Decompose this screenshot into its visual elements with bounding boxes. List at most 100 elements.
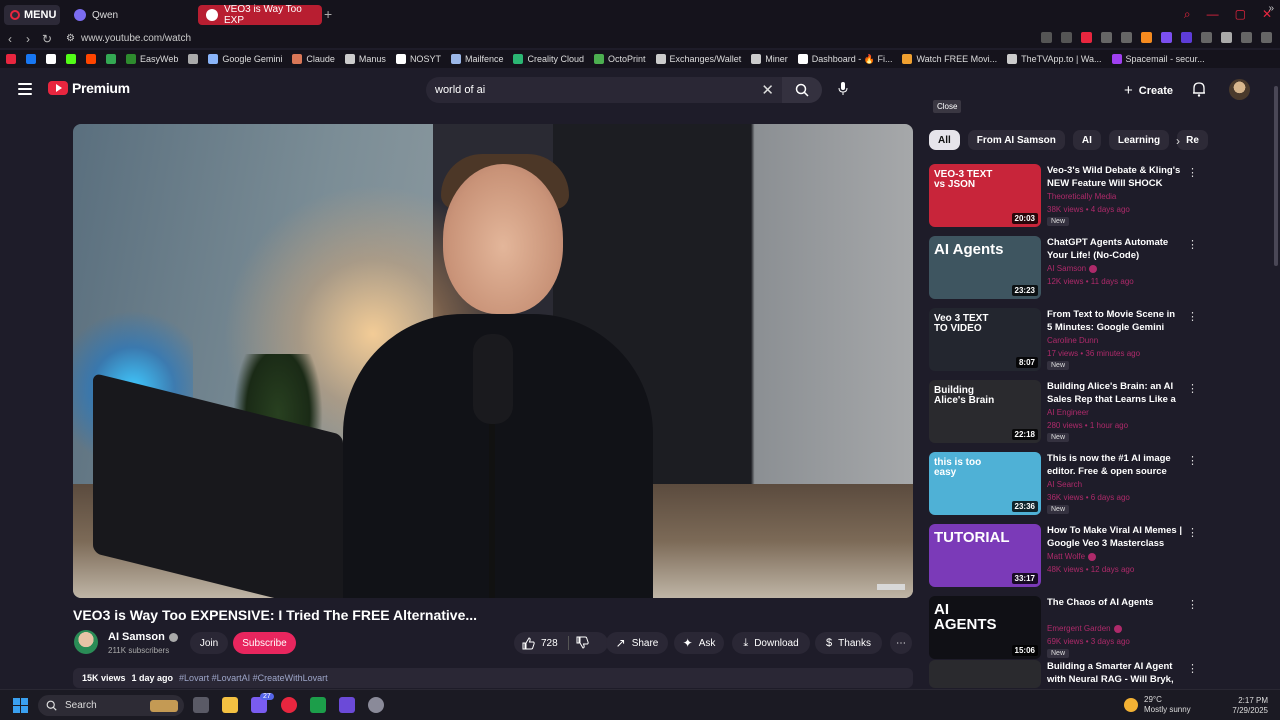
recommendation-title[interactable]: The Chaos of AI Agents (1047, 596, 1183, 609)
tab-qwen[interactable]: Qwen (66, 5, 192, 25)
profile-icon[interactable] (1221, 32, 1232, 43)
bookmark-item[interactable] (6, 54, 16, 64)
opera-taskbar-icon[interactable] (281, 697, 297, 713)
recommendation-title[interactable]: How To Make Viral AI Memes | Google Veo … (1047, 524, 1183, 550)
channel-avatar[interactable] (74, 630, 98, 654)
recommendation-title[interactable]: Building Alice's Brain: an AI Sales Rep … (1047, 380, 1183, 406)
back-icon[interactable]: ‹ (8, 32, 12, 46)
shield-icon[interactable] (1081, 32, 1092, 43)
metamask-icon[interactable] (1141, 32, 1152, 43)
recommendation-item[interactable]: Building Alice's Brain 22:18 Building Alic… (929, 380, 1198, 444)
like-button[interactable]: 728 (514, 632, 608, 654)
download-icon[interactable] (1241, 32, 1252, 43)
pin-icon[interactable] (1041, 32, 1052, 43)
filter-chip[interactable]: Learning (1108, 130, 1170, 150)
notifications-button[interactable] (1192, 81, 1206, 102)
more-vertical-icon[interactable]: ⋮ (1187, 166, 1198, 179)
scrollbar-thumb[interactable] (1274, 86, 1278, 266)
bookmark-item[interactable]: TheTVApp.to | Wa... (1007, 54, 1102, 64)
dislike-button[interactable] (576, 636, 589, 654)
puzzle-icon[interactable] (1201, 32, 1212, 43)
bookmark-item[interactable] (26, 54, 36, 64)
recommendation-title[interactable]: From Text to Movie Scene in 5 Minutes: G… (1047, 308, 1183, 334)
app-icon[interactable] (339, 697, 355, 713)
bookmark-item[interactable] (188, 54, 199, 64)
bookmark-item[interactable]: Exchanges/Wallet (655, 54, 741, 64)
recommendation-channel[interactable]: AI Search (1047, 480, 1082, 489)
windows-start-icon[interactable] (13, 698, 28, 713)
bookmark-item[interactable]: Creality Cloud (513, 54, 584, 64)
filter-chip[interactable]: From AI Samson (967, 130, 1065, 150)
video-thumbnail[interactable]: TUTORIAL 33:17 (929, 524, 1041, 587)
url-field[interactable]: ⚙ www.youtube.com/watch (66, 33, 191, 44)
video-thumbnail[interactable]: AI Agents 23:23 (929, 236, 1041, 299)
bookmark-item[interactable] (86, 54, 96, 64)
share-button[interactable]: ↗ Share (606, 632, 668, 654)
extension-icon[interactable] (1161, 32, 1172, 43)
video-thumbnail[interactable]: Veo 3 TEXT TO VIDEO 8:07 (929, 308, 1041, 371)
bookmark-item[interactable]: Claude (292, 54, 335, 64)
recommendation-title[interactable]: This is now the #1 AI image editor. Free… (1047, 452, 1183, 478)
subscribe-button[interactable]: Subscribe (233, 632, 296, 654)
heart-icon[interactable] (1121, 32, 1132, 43)
tab-youtube-video[interactable]: VEO3 is Way Too EXP (198, 4, 322, 26)
download-button[interactable]: ⤓ Download (732, 632, 810, 654)
video-thumbnail[interactable]: this is too easy 23:36 (929, 452, 1041, 515)
recommendation-channel[interactable]: Theoretically Media (1047, 192, 1116, 201)
recommendation-item[interactable]: Veo 3 TEXT TO VIDEO 8:07 From Text to Movi… (929, 308, 1198, 372)
chevron-right-icon[interactable]: › (1176, 134, 1180, 148)
forward-icon[interactable]: › (26, 32, 30, 46)
recommendation-title[interactable]: ChatGPT Agents Automate Your Life! (No-C… (1047, 236, 1183, 262)
recommendation-item[interactable]: this is too easy 23:36 This is now the #1 … (929, 452, 1198, 516)
taskbar-search[interactable]: Search (38, 695, 184, 716)
search-tabs-icon[interactable]: ⌕ (1184, 7, 1191, 22)
reload-icon[interactable]: ↻ (42, 32, 52, 46)
recommendation-channel[interactable]: Emergent Garden (1047, 624, 1122, 633)
new-tab-icon[interactable]: + (324, 6, 332, 22)
bookmark-item[interactable]: OctoPrint (594, 54, 646, 64)
recommendation-title[interactable]: Building a Smarter AI Agent with Neural … (1047, 660, 1183, 686)
recommendation-item[interactable]: AI Agents 23:23 ChatGPT Agents Automate Yo… (929, 236, 1198, 300)
more-vertical-icon[interactable]: ⋮ (1187, 310, 1198, 323)
more-vertical-icon[interactable]: ⋮ (1187, 238, 1198, 251)
bookmark-item[interactable]: EasyWeb (126, 54, 178, 64)
taskbar-clock[interactable]: 2:17 PM 7/29/2025 (1232, 696, 1268, 716)
more-vertical-icon[interactable]: ⋮ (1187, 598, 1198, 611)
recommendation-item[interactable]: Building a Smarter AI Agent with Neural … (929, 660, 1198, 688)
filter-chip[interactable]: AI (1072, 130, 1101, 150)
browser-menu-button[interactable]: MENU (4, 5, 60, 25)
recommendation-channel[interactable]: Matt Wolfe (1047, 552, 1097, 561)
bookmark-item[interactable] (66, 54, 76, 64)
bookmark-item[interactable]: NOSYT (395, 54, 441, 64)
bookmark-item[interactable] (46, 54, 56, 64)
recommendation-item[interactable]: VEO-3 TEXT vs JSON 20:03 Veo-3's Wild Deba… (929, 164, 1198, 228)
recommendation-title[interactable]: Veo-3's Wild Debate & Kling's NEW Featur… (1047, 164, 1183, 190)
search-input[interactable] (435, 84, 735, 96)
filter-chip[interactable]: All (929, 130, 960, 150)
filter-chip[interactable]: Re (1177, 130, 1208, 150)
bookmark-item[interactable]: Watch FREE Movi... (902, 54, 997, 64)
more-vertical-icon[interactable]: ⋮ (1187, 454, 1198, 467)
bookmark-item[interactable]: Miner (751, 54, 788, 64)
hamburger-menu-icon[interactable] (18, 83, 32, 95)
recommendation-item[interactable]: TUTORIAL 33:17 How To Make Viral AI Memes … (929, 524, 1198, 588)
bookmark-item[interactable]: Google Gemini (208, 54, 282, 64)
settings-icon[interactable] (368, 697, 384, 713)
youtube-premium-logo[interactable]: Premium (48, 80, 130, 96)
video-thumbnail[interactable]: Building Alice's Brain 22:18 (929, 380, 1041, 443)
bookmark-item[interactable]: Mailfence (450, 54, 503, 64)
site-info-icon[interactable]: ⚙ (66, 33, 75, 44)
thanks-button[interactable]: $ Thanks (815, 632, 882, 654)
more-vertical-icon[interactable]: ⋮ (1187, 662, 1198, 675)
account-avatar[interactable] (1229, 79, 1250, 100)
recommendation-channel[interactable]: AI Engineer (1047, 408, 1089, 417)
recommendation-channel[interactable]: Caroline Dunn (1047, 336, 1098, 345)
extension-icon[interactable] (1181, 32, 1192, 43)
minimize-icon[interactable]: — (1207, 7, 1219, 22)
bookmarks-more-icon[interactable]: » (1268, 3, 1274, 14)
weather-widget[interactable]: 29°C Mostly sunny (1124, 695, 1191, 715)
terminal-icon[interactable] (310, 697, 326, 713)
search-button[interactable] (782, 77, 822, 103)
create-button[interactable]: + Create (1124, 82, 1173, 99)
video-thumbnail[interactable]: VEO-3 TEXT vs JSON 20:03 (929, 164, 1041, 227)
